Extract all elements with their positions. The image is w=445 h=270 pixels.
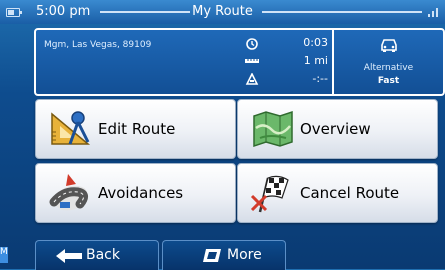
more-label: More [227,247,262,263]
checkered-flag-icon [250,175,289,213]
edit-route-button[interactable]: Edit Route [35,99,236,159]
map-icon [253,110,293,148]
side-tab-label: Me [0,247,8,257]
compass-ruler-icon [51,111,91,145]
ruler-icon [245,59,259,63]
route-info-panel[interactable]: Mgm, Las Vegas, 89109 0:03 1 mi -:-- Alt… [34,28,445,96]
more-button[interactable]: More [162,240,286,270]
overview-label: Overview [300,120,371,138]
alternative-label: Alternative [363,63,414,73]
duration-value: 0:03 [303,36,328,49]
avoidances-button[interactable]: Avoidances [35,163,236,223]
destination-address: Mgm, Las Vegas, 89109 [44,40,152,50]
title-divider-right [262,11,422,13]
side-tab[interactable]: Me [0,247,8,263]
flag-icon [245,73,259,85]
distance-value: 1 mi [303,54,328,67]
status-bar: 5:00 pm My Route [0,0,445,24]
bottom-bar: Me Back More [0,238,445,270]
avoidances-label: Avoidances [98,184,184,202]
back-label: Back [86,247,120,263]
alternative-value: Fast [377,76,400,86]
back-button[interactable]: Back [35,240,159,270]
clock-icon [246,38,258,50]
edit-route-label: Edit Route [98,120,176,138]
car-icon [381,39,397,52]
cancel-route-button[interactable]: Cancel Route [237,163,438,223]
signal-icon [428,8,438,17]
back-arrow-icon [56,249,82,263]
road-icon [49,174,88,211]
more-icon [203,249,221,262]
overview-button[interactable]: Overview [237,99,438,159]
cancel-route-label: Cancel Route [300,184,400,202]
eta-value: -:-- [312,72,328,85]
